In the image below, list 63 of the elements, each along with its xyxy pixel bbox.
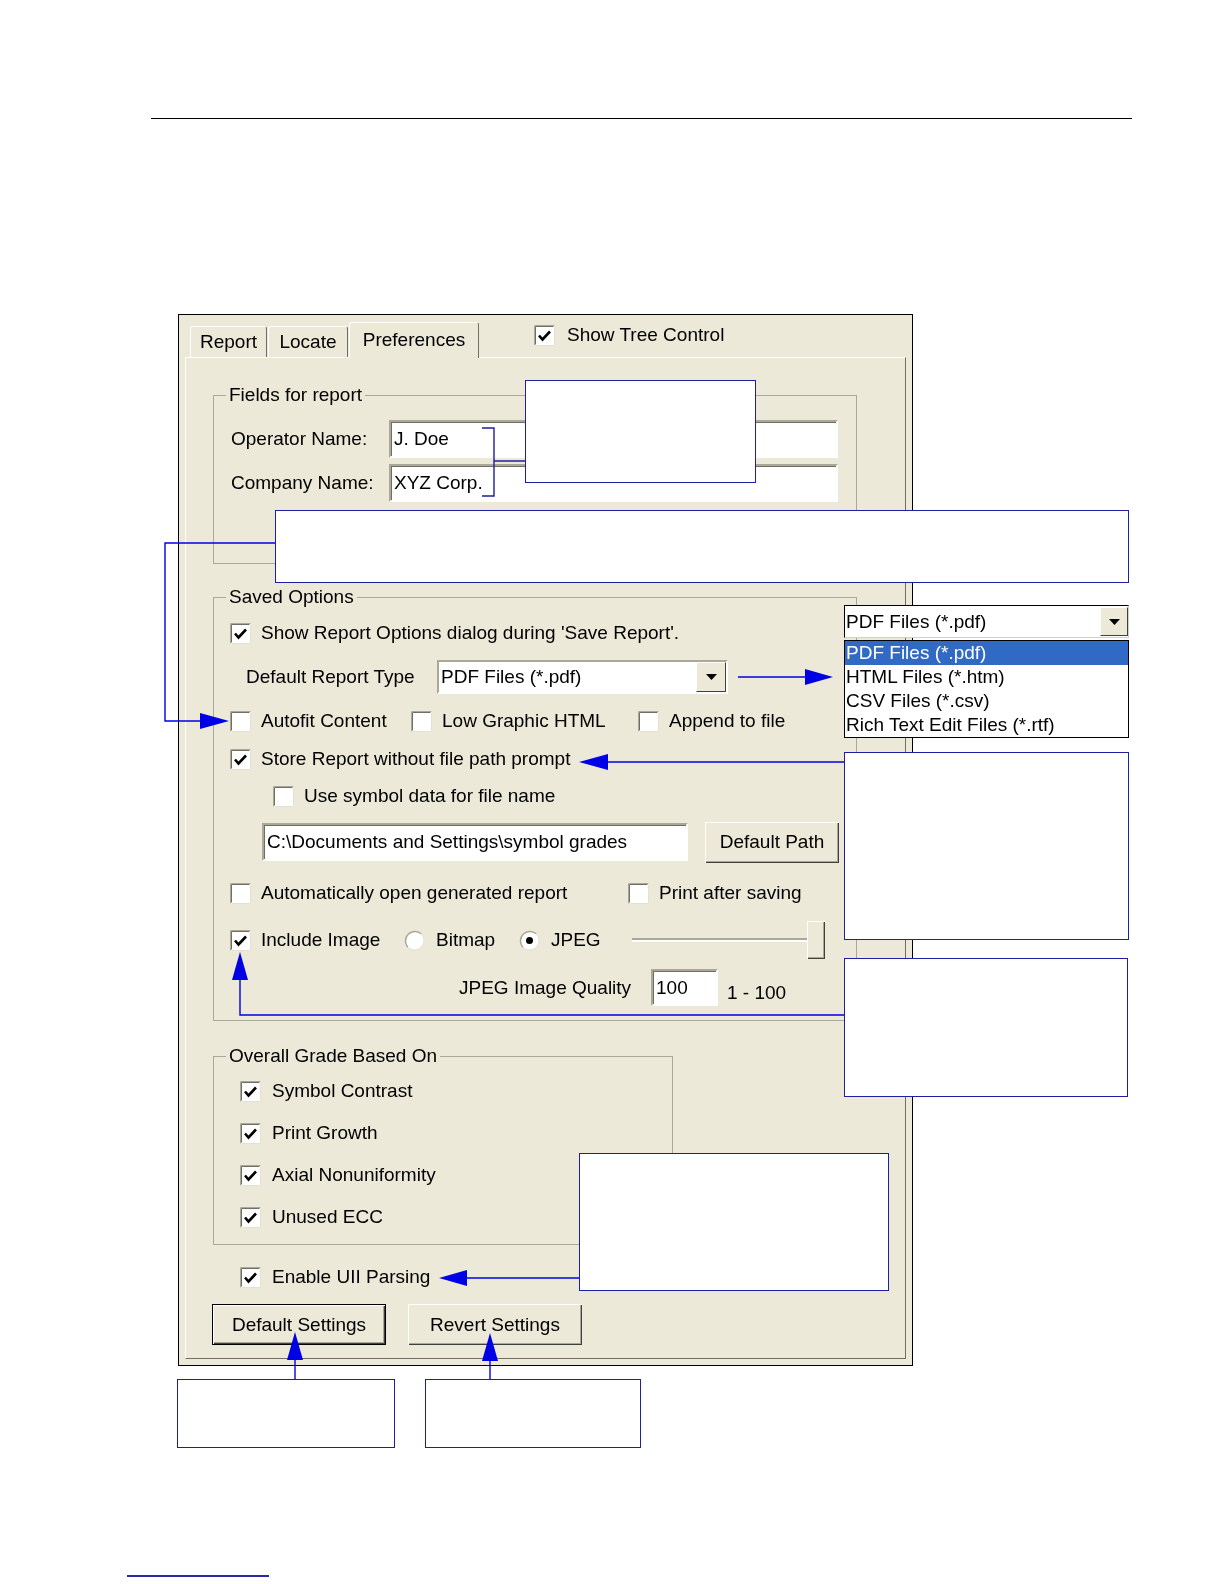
list-option[interactable]: CSV Files (*.csv) (845, 689, 1128, 713)
checkbox-label: Autofit Content (261, 710, 387, 732)
tooltip-bracket-connector (481, 427, 526, 497)
tab[interactable]: Report (190, 326, 267, 357)
dropdown-button[interactable] (696, 662, 726, 692)
radio-label: JPEG (551, 929, 601, 951)
list-option[interactable]: HTML Files (*.htm) (845, 665, 1128, 689)
default-path-button[interactable]: Default Path (705, 821, 839, 863)
group-title: Fields for report (228, 384, 364, 406)
group-title: Overall Grade Based On (228, 1045, 439, 1067)
tab[interactable]: Locate (268, 326, 348, 357)
checkbox[interactable] (240, 1206, 261, 1228)
checkbox-label: Unused ECC (272, 1206, 383, 1228)
checkbox[interactable] (230, 882, 251, 904)
checkbox[interactable] (240, 1164, 261, 1186)
checkbox[interactable] (230, 929, 251, 951)
checkbox[interactable] (230, 622, 251, 644)
list-option[interactable]: PDF Files (*.pdf) (845, 641, 1128, 665)
checkbox[interactable] (230, 748, 251, 770)
checkbox-label: Enable UII Parsing (272, 1266, 431, 1288)
field-label: JPEG Image Quality (459, 976, 632, 999)
checkbox[interactable] (534, 324, 555, 346)
checkbox-label: Append to file (669, 710, 786, 732)
radio-label: Bitmap (436, 929, 496, 951)
tab[interactable]: Preferences (349, 322, 479, 358)
checkbox[interactable] (240, 1080, 261, 1102)
group-title: Saved Options (228, 586, 355, 608)
checkbox[interactable] (638, 710, 659, 732)
checkbox[interactable] (411, 710, 432, 732)
dialog-button[interactable]: Revert Settings (408, 1304, 582, 1345)
field-label: Company Name: (231, 472, 374, 494)
checkbox[interactable] (230, 710, 251, 732)
caret-icon (705, 674, 717, 680)
checkbox-label: Automatically open generated report (261, 882, 568, 904)
text-field[interactable]: C:\Documents and Settings\symbol grades (262, 823, 688, 861)
checkbox[interactable] (273, 785, 294, 807)
dialog-button[interactable]: Default Settings (212, 1304, 386, 1345)
dropdown-button[interactable] (1100, 607, 1128, 636)
checkbox[interactable] (240, 1122, 261, 1144)
field-label: Operator Name: (231, 428, 368, 450)
checkbox-label: Symbol Contrast (272, 1080, 413, 1102)
checkbox-label: Store Report without file path prompt (261, 748, 571, 770)
dropdown[interactable]: PDF Files (*.pdf) (437, 660, 728, 694)
checkbox-label: Axial Nonuniformity (272, 1164, 436, 1186)
radio-button[interactable] (519, 929, 540, 951)
field-label: Default Report Type (246, 666, 415, 688)
checkbox-label: Show Report Options dialog during 'Save Report'. (261, 622, 680, 644)
checkbox-label: Use symbol data for file name (304, 785, 556, 807)
text-field[interactable]: 100 (651, 969, 718, 1006)
checkbox-label: Print Growth (272, 1122, 378, 1144)
checkbox-label: Show Tree Control (567, 324, 725, 346)
checkbox[interactable] (240, 1266, 261, 1288)
range-hint: 1 - 100 (727, 982, 788, 1004)
caret-icon (1108, 618, 1120, 625)
slider-thumb[interactable] (807, 921, 825, 959)
checkbox-label: Include Image (261, 929, 381, 951)
checkbox-label: Print after saving (659, 882, 802, 904)
list-option[interactable]: Rich Text Edit Files (*.rtf) (845, 713, 1128, 737)
checkbox[interactable] (628, 882, 649, 904)
dropdown[interactable]: PDF Files (*.pdf) (844, 605, 1129, 638)
checkbox-label: Low Graphic HTML (442, 710, 606, 732)
radio-button[interactable] (404, 929, 425, 951)
arrow (482, 1333, 498, 1380)
